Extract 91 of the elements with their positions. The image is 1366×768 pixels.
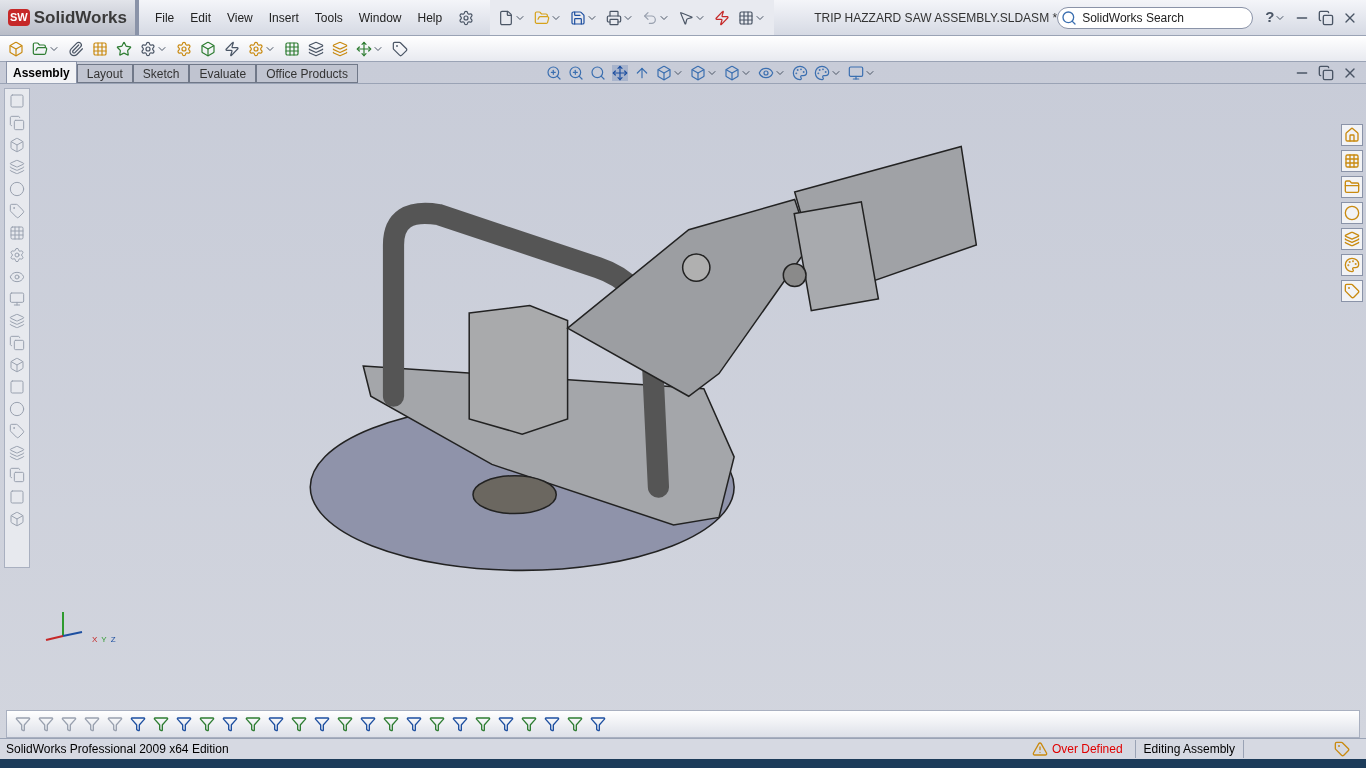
undo-icon[interactable] (642, 9, 659, 26)
task-pane-icon (1344, 179, 1360, 195)
filter-icon[interactable] (544, 716, 560, 732)
task-pane-tab[interactable] (1341, 150, 1363, 172)
tab[interactable]: Sketch (132, 64, 190, 83)
task-pane-tab[interactable] (1341, 228, 1363, 250)
tab[interactable]: Layout (76, 64, 133, 83)
task-pane-icon (1344, 283, 1360, 299)
tab[interactable]: Assembly (6, 61, 77, 83)
edition-label: SolidWorks Professional 2009 x64 Edition (5, 741, 230, 758)
filter-icon[interactable] (406, 716, 422, 732)
cursor-icon[interactable] (678, 9, 695, 26)
filter-icon[interactable] (153, 716, 169, 732)
view-toolbar-icon[interactable] (723, 64, 740, 81)
view-toolbar-icon[interactable] (611, 64, 628, 81)
filter-icon[interactable] (337, 716, 353, 732)
tag-icon[interactable] (1334, 741, 1350, 757)
save-icon[interactable] (570, 9, 587, 26)
task-pane-tab[interactable] (1341, 124, 1363, 146)
tab[interactable]: Evaluate (189, 64, 257, 83)
over-defined-status: Over Defined (1047, 740, 1136, 758)
warning-icon (1031, 741, 1048, 757)
menu-item[interactable]: Tools (314, 8, 343, 27)
toolbar-icon[interactable] (224, 40, 240, 57)
task-pane-tab[interactable] (1341, 176, 1363, 198)
filter-icon[interactable] (245, 716, 261, 732)
task-pane-tab[interactable] (1341, 254, 1363, 276)
filter-icon[interactable] (268, 716, 284, 732)
document-title: TRIP HAZZARD SAW ASSEMBLY.SLDASM * (814, 9, 1058, 27)
menu-item[interactable]: Insert (268, 8, 299, 27)
options-icon[interactable] (738, 9, 755, 26)
view-toolbar-icon[interactable] (589, 64, 606, 81)
view-toolbar-icon[interactable] (791, 64, 808, 81)
toolbar-icon[interactable] (392, 40, 408, 57)
toolbar-icon[interactable] (200, 40, 216, 57)
z-axis-label: Z (110, 634, 116, 646)
task-pane-tab[interactable] (1341, 202, 1363, 224)
y-axis-label: Y (101, 634, 107, 646)
filter-icon[interactable] (360, 716, 376, 732)
filter-icon[interactable] (291, 716, 307, 732)
toolbar-icon[interactable] (140, 40, 156, 57)
task-pane-icon (1344, 153, 1360, 169)
menu-item[interactable]: Help (417, 8, 443, 27)
open-folder-icon[interactable] (534, 9, 551, 26)
x-axis-label: X (92, 634, 98, 646)
toolbar-icon[interactable] (68, 40, 84, 57)
menu-item[interactable]: File (154, 8, 175, 27)
search-icon (1061, 9, 1078, 26)
filter-icon[interactable] (176, 716, 192, 732)
help-button[interactable]: ? (1265, 6, 1275, 29)
filter-icon[interactable] (521, 716, 537, 732)
restore-icon[interactable] (1318, 9, 1335, 26)
filter-icon[interactable] (222, 716, 238, 732)
view-toolbar-icon[interactable] (545, 64, 562, 81)
task-pane-icon (1344, 127, 1360, 143)
toolbar-icon[interactable] (32, 40, 48, 57)
filter-icon[interactable] (475, 716, 491, 732)
filter-icon[interactable] (590, 716, 606, 732)
print-icon[interactable] (606, 9, 623, 26)
task-pane-tab[interactable] (1341, 280, 1363, 302)
task-pane-icon (1344, 205, 1360, 221)
toolbar-icon[interactable] (284, 40, 300, 57)
search-field[interactable]: SolidWorks Search (1057, 6, 1254, 29)
task-pane-icon (1344, 257, 1360, 273)
axis-triad-drawing (45, 611, 83, 641)
menu-item[interactable]: Window (358, 8, 402, 27)
filter-icon[interactable] (567, 716, 583, 732)
view-toolbar-icon[interactable] (689, 64, 706, 81)
view-toolbar-icon[interactable] (567, 64, 584, 81)
toolbar-icon[interactable] (356, 40, 372, 57)
filter-icon[interactable] (498, 716, 514, 732)
tab[interactable]: Office Products (256, 64, 358, 83)
new-document-icon[interactable] (498, 9, 515, 26)
filter-icon[interactable] (130, 716, 146, 732)
task-pane-icon (1344, 231, 1360, 247)
filter-icon[interactable] (314, 716, 330, 732)
editing-mode-status: Editing Assembly (1135, 740, 1244, 758)
logo-badge: SW (8, 9, 30, 26)
filter-icon[interactable] (452, 716, 468, 732)
restore-icon[interactable] (1318, 64, 1334, 81)
filter-icon[interactable] (199, 716, 215, 732)
menu-item[interactable]: View (226, 8, 253, 27)
view-toolbar-icon[interactable] (813, 64, 830, 81)
menu-item[interactable]: Edit (190, 8, 211, 27)
filter-icon[interactable] (429, 716, 445, 732)
toolbar-icon[interactable] (308, 40, 324, 57)
filter-icon[interactable] (383, 716, 399, 732)
app-logo: SolidWorks (33, 6, 127, 29)
view-toolbar-icon[interactable] (655, 64, 672, 81)
view-toolbar-icon[interactable] (847, 64, 864, 81)
toolbar-icon[interactable] (116, 40, 132, 57)
